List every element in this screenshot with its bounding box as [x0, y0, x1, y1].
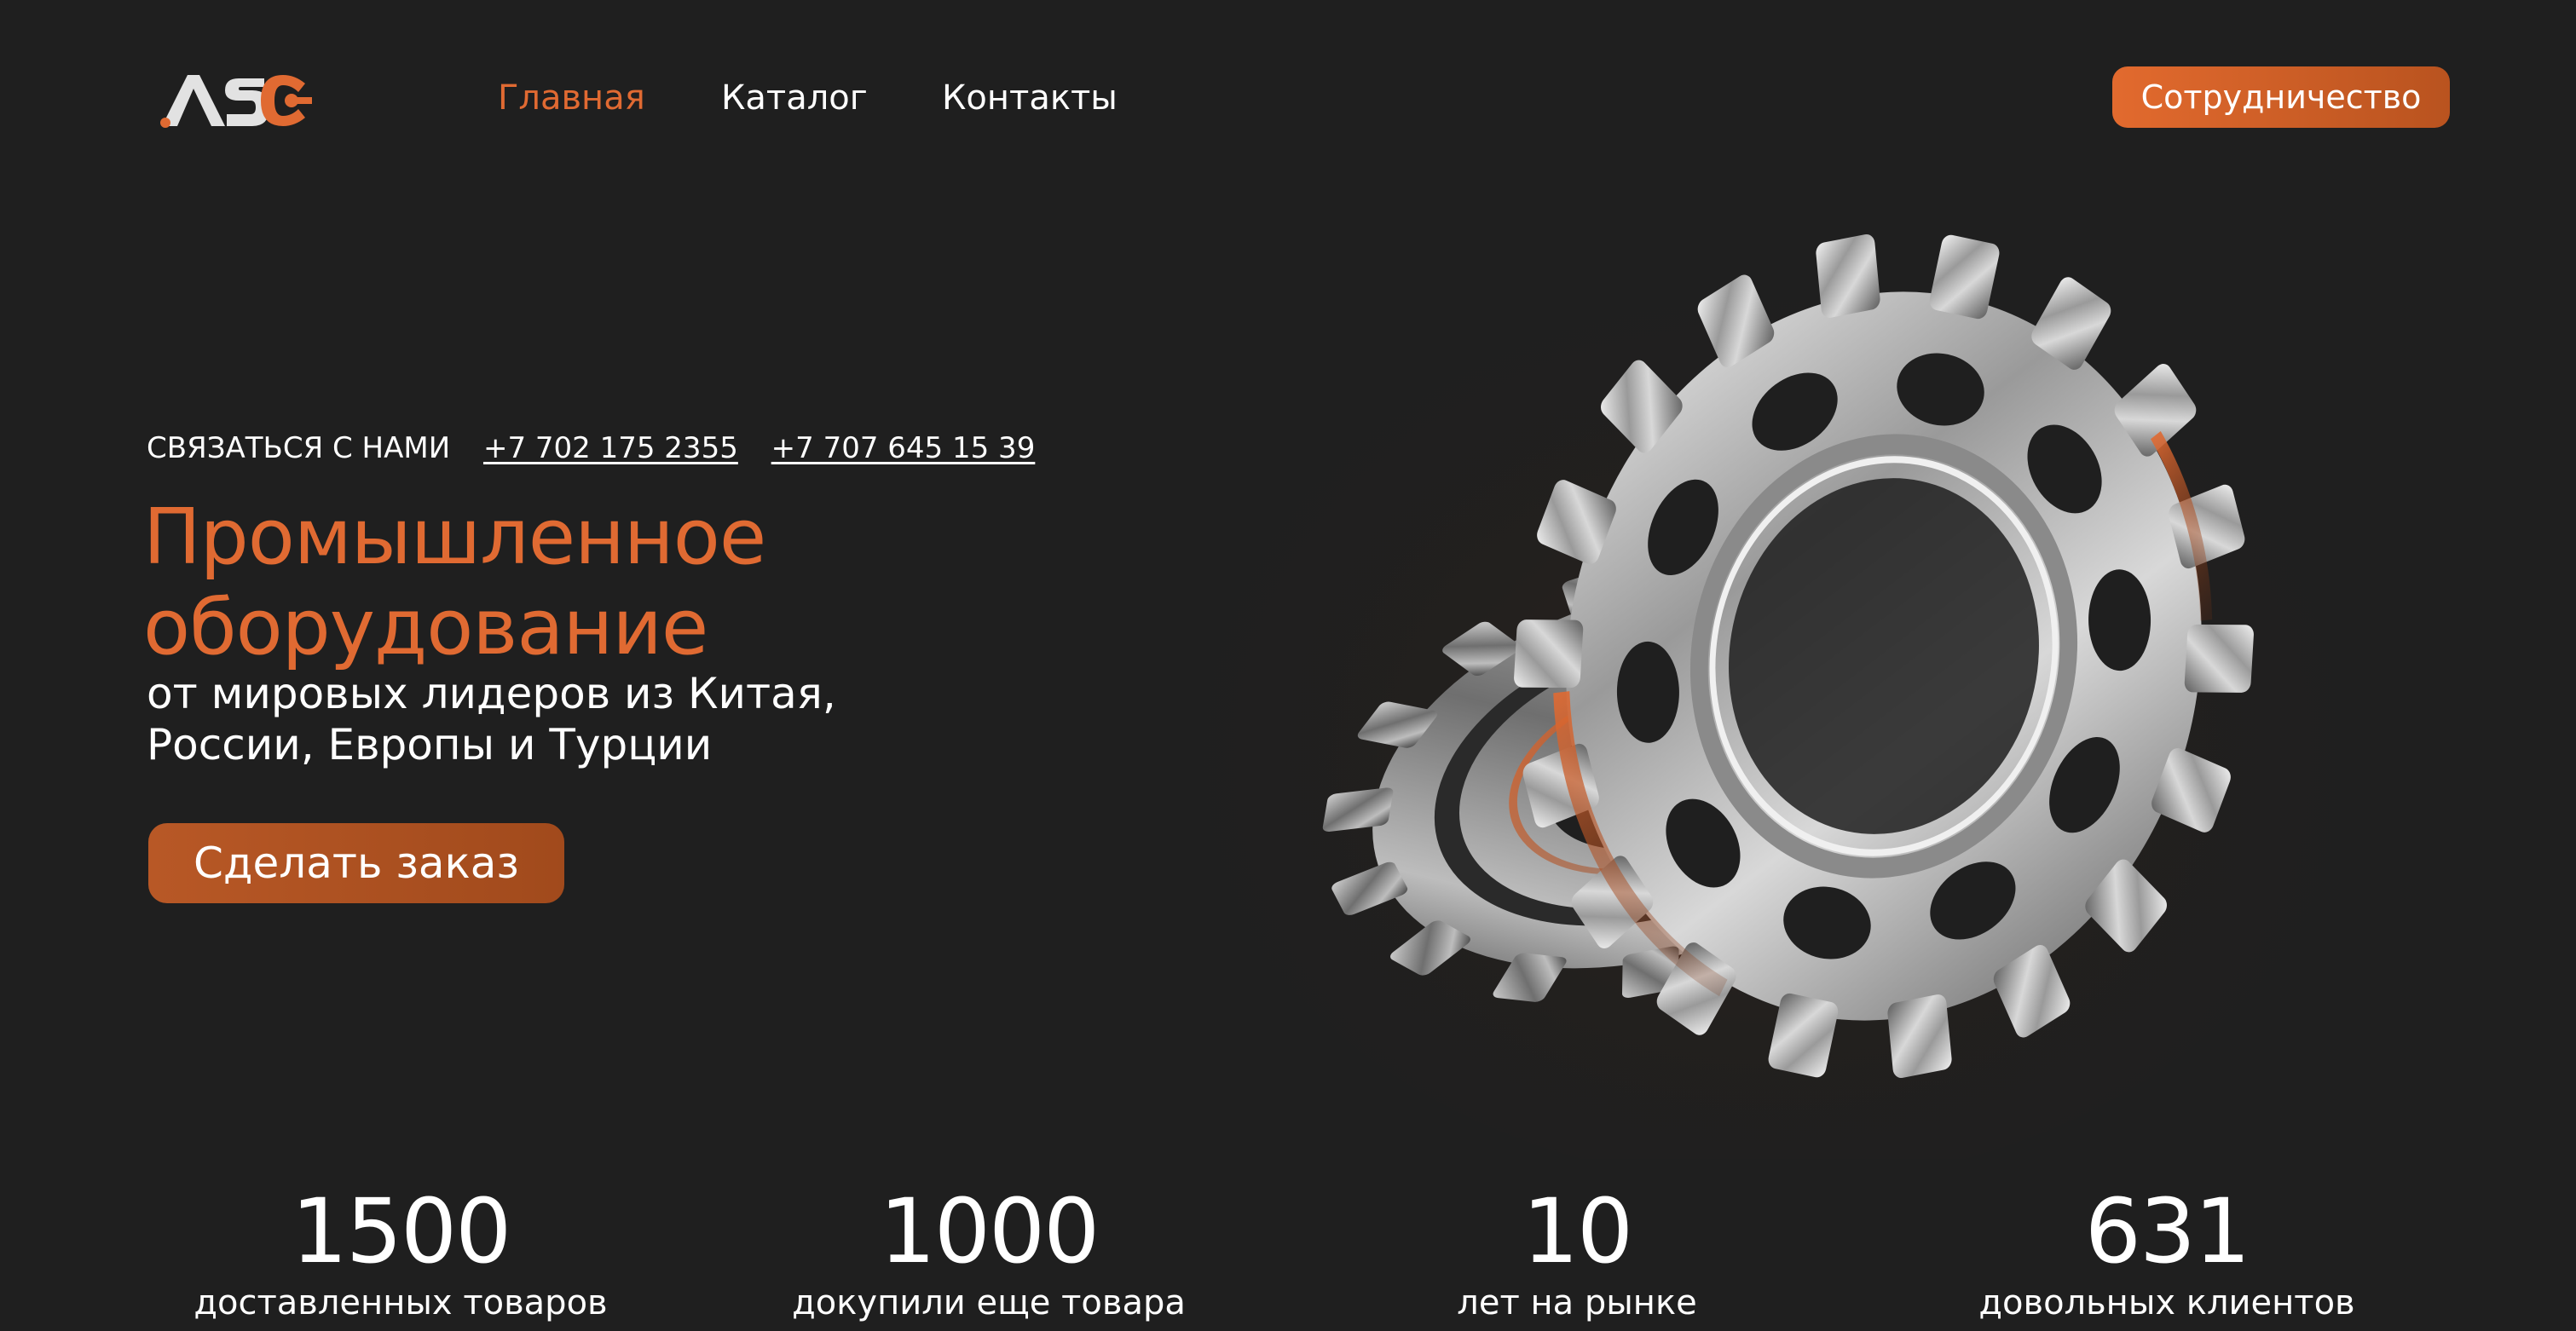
contact-label: СВЯЗАТЬСЯ С НАМИ	[147, 431, 451, 465]
stat-label: докупили еще товара	[792, 1283, 1186, 1322]
contact-row: СВЯЗАТЬСЯ С НАМИ +7 702 175 2355 +7 707 …	[147, 428, 1059, 469]
stat-clients: 631 довольных клиентов	[1903, 1184, 2431, 1324]
headline-line-1: Промышленное	[143, 493, 766, 582]
nav-link-catalog[interactable]: Каталог	[721, 75, 868, 121]
landing-page: Главная Каталог Контакты Сотрудничество …	[0, 0, 2576, 1331]
subhead-line-1: от мировых лидеров из Китая,	[147, 669, 836, 718]
stat-label: довольных клиентов	[1978, 1283, 2355, 1322]
stat-years: 10 лет на рынке	[1313, 1184, 1841, 1324]
stat-label: лет на рынке	[1457, 1283, 1697, 1322]
nav-link-contacts[interactable]: Контакты	[942, 75, 1118, 121]
phone-link-2[interactable]: +7 707 645 15 39	[771, 431, 1036, 465]
stat-delivered: 1500 доставленных товаров	[136, 1184, 665, 1324]
phone-link-1[interactable]: +7 702 175 2355	[483, 431, 738, 465]
gears-illustration	[1176, 230, 2336, 1159]
headline-line-2: оборудование	[143, 583, 708, 672]
hero-subheadline: от мировых лидеров из Китая, России, Евр…	[147, 668, 836, 770]
hero-headline: Промышленное оборудование	[143, 493, 766, 673]
cooperation-button[interactable]: Сотрудничество	[2112, 66, 2450, 128]
stat-value: 1000	[879, 1179, 1100, 1283]
stat-value: 631	[2084, 1179, 2251, 1283]
order-button[interactable]: Сделать заказ	[148, 823, 564, 903]
stat-value: 1500	[291, 1179, 512, 1283]
stats-bar: 1500 доставленных товаров 1000 докупили …	[0, 1184, 2576, 1331]
stat-repurchased: 1000 докупили еще товара	[725, 1184, 1253, 1324]
stat-label: доставленных товаров	[193, 1283, 608, 1322]
subhead-line-2: России, Европы и Турции	[147, 720, 713, 769]
stat-value: 10	[1522, 1179, 1633, 1283]
asc-logo[interactable]	[155, 66, 317, 135]
nav-link-home[interactable]: Главная	[498, 75, 645, 121]
